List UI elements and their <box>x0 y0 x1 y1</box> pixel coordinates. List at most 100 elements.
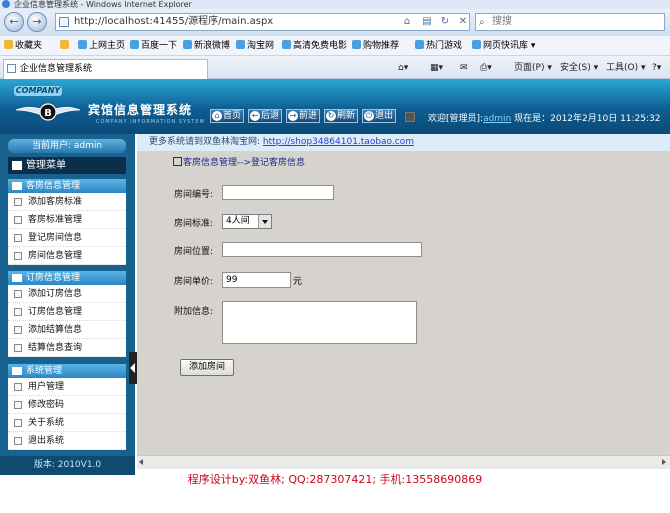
section-icon <box>12 182 22 190</box>
position-label: 房间位置: <box>174 247 214 257</box>
favlink-icon <box>236 40 245 49</box>
app-header: COMPANY B 宾馆信息管理系统 COMPANY INFORMATION S… <box>0 79 670 134</box>
welcome-text: 欢迎[管理员]:admin 现在是：2012年2月10日 11:25:32 <box>428 114 661 124</box>
scroll-left-icon[interactable] <box>139 459 143 465</box>
ie-logo-icon <box>2 0 10 8</box>
item-icon <box>14 290 22 298</box>
section-system: 系统管理 用户管理 修改密码 关于系统 退出系统 <box>8 364 126 450</box>
item-icon <box>14 419 22 427</box>
menu-item[interactable]: 客房标准管理 <box>8 211 126 229</box>
search-input[interactable]: ⌕ 搜搜 <box>475 13 665 31</box>
item-icon <box>14 252 22 260</box>
menu-item[interactable]: 修改密码 <box>8 396 126 414</box>
horizontal-scrollbar[interactable] <box>137 455 670 469</box>
collapse-sidebar-handle[interactable] <box>129 352 137 384</box>
back-icon[interactable]: ← <box>4 12 24 32</box>
rss-icon[interactable]: ▦▾ <box>430 60 443 76</box>
home-icon[interactable]: ⌂▾ <box>398 60 408 76</box>
item-icon <box>14 344 22 352</box>
scroll-right-icon[interactable] <box>662 459 666 465</box>
welcome-user-link[interactable]: admin <box>483 114 511 124</box>
page-content: COMPANY B 宾馆信息管理系统 COMPANY INFORMATION S… <box>0 79 670 513</box>
section-title[interactable]: 订房信息管理 <box>8 271 126 285</box>
search-icon: ⌕ <box>479 17 485 28</box>
refresh-icon[interactable]: ↻ <box>438 14 452 29</box>
system-title: 宾馆信息管理系统 <box>88 103 193 117</box>
room-no-input[interactable] <box>222 185 334 200</box>
menu-item[interactable]: 添加客房标准 <box>8 193 126 211</box>
shop-link[interactable]: http://shop34864101.taobao.com <box>263 137 414 147</box>
menu-item[interactable]: 房间信息管理 <box>8 247 126 265</box>
browser-tab[interactable]: 企业信息管理系统 <box>3 59 208 79</box>
print-icon[interactable]: ⎙▾ <box>480 60 492 76</box>
menu-header: 管理菜单 <box>8 157 126 174</box>
item-icon <box>14 216 22 224</box>
item-icon <box>14 308 22 316</box>
footer-credits: 程序设计by:双鱼林; QQ:287307421; 手机:13558690869 <box>187 473 483 486</box>
fav-link-8[interactable]: 网页快讯库 ▾ <box>472 36 535 56</box>
standard-select[interactable]: 4人间 <box>222 214 272 229</box>
window-title: 企业信息管理系统 - Windows Internet Explorer <box>14 0 192 9</box>
section-booking: 订房信息管理 添加订房信息 订房信息管理 添加结算信息 结算信息查询 <box>8 271 126 357</box>
address-toolbar: ← → http://localhost:41455/源程序/main.aspx… <box>0 9 670 36</box>
menu-item[interactable]: 添加订房信息 <box>8 285 126 303</box>
fav-link-6[interactable]: 购物推荐 <box>352 36 399 56</box>
logout-button[interactable]: ⏻ 退出 <box>362 109 397 123</box>
compat-view-icon[interactable]: ⌂ <box>400 14 414 29</box>
add-favorite-icon[interactable] <box>60 36 71 56</box>
item-icon <box>14 383 22 391</box>
fav-link-5[interactable]: 高清免费电影 <box>282 36 347 56</box>
help-icon[interactable]: ?▾ <box>652 60 661 76</box>
menu-item[interactable]: 用户管理 <box>8 378 126 396</box>
item-icon <box>14 326 22 334</box>
forward-button[interactable]: → 前进 <box>286 109 321 123</box>
fav-link-7[interactable]: 热门游戏 <box>415 36 462 56</box>
logo-icon: B <box>15 103 81 121</box>
tools-menu[interactable]: 工具(O) ▾ <box>606 60 646 76</box>
menu-item[interactable]: 订房信息管理 <box>8 303 126 321</box>
favlink-icon <box>78 40 87 49</box>
menu-item[interactable]: 添加结算信息 <box>8 321 126 339</box>
item-icon <box>14 198 22 206</box>
svg-text:B: B <box>44 108 52 119</box>
page-menu[interactable]: 页面(P) ▾ <box>514 60 552 76</box>
position-input[interactable] <box>222 242 422 257</box>
fav-link-4[interactable]: 淘宝网 <box>236 36 274 56</box>
extra-textarea[interactable] <box>222 301 417 344</box>
section-title[interactable]: 客房信息管理 <box>8 179 126 193</box>
fav-link-3[interactable]: 新浪微博 <box>183 36 230 56</box>
price-input[interactable]: 99 <box>222 272 291 288</box>
edit-icon <box>173 157 182 166</box>
forward-icon[interactable]: → <box>27 12 47 32</box>
section-icon <box>12 274 22 282</box>
address-text: http://localhost:41455/源程序/main.aspx <box>74 16 274 27</box>
menu-item[interactable]: 登记房间信息 <box>8 229 126 247</box>
home-button[interactable]: ⌂ 首页 <box>210 109 245 123</box>
power-icon: ⏻ <box>364 111 374 121</box>
section-icon <box>12 367 22 375</box>
tab-and-command-bar: 企业信息管理系统 ⌂▾ ▦▾ ✉ ⎙▾ 页面(P) ▾ 安全(S) ▾ 工具(O… <box>0 56 670 79</box>
safety-menu[interactable]: 安全(S) ▾ <box>560 60 598 76</box>
back-button[interactable]: ← 后退 <box>248 109 283 123</box>
menu-item[interactable]: 关于系统 <box>8 414 126 432</box>
rss-page-icon[interactable]: ▤ <box>420 14 434 29</box>
menu-item[interactable]: 退出系统 <box>8 432 126 450</box>
refresh-button[interactable]: ↻ 刷新 <box>324 109 359 123</box>
item-icon <box>14 437 22 445</box>
fav-link-2[interactable]: 百度一下 <box>130 36 177 56</box>
window-titlebar: 企业信息管理系统 - Windows Internet Explorer <box>0 0 670 9</box>
favorites-button[interactable]: 收藏夹 <box>4 36 42 56</box>
info-strip: 更多系统请到双鱼林淘宝网: http://shop34864101.taobao… <box>137 134 670 151</box>
favorites-bar: 收藏夹 上网主页 百度一下 新浪微博 淘宝网 高清免费电影 购物推荐 热门游戏 … <box>0 36 670 56</box>
page-icon <box>59 17 69 27</box>
section-title[interactable]: 系统管理 <box>8 364 126 378</box>
mail-icon[interactable]: ✉ <box>460 60 468 76</box>
stop-icon[interactable]: ✕ <box>456 14 470 29</box>
main-form-area: 客房信息管理-->登记客房信息 房间编号: 房间标准: 4人间 房间位置: 房间… <box>137 151 670 455</box>
fav-link-1[interactable]: 上网主页 <box>78 36 125 56</box>
forward-arrow-icon: → <box>288 111 298 121</box>
menu-item[interactable]: 结算信息查询 <box>8 339 126 357</box>
add-room-button[interactable]: 添加房间 <box>180 359 234 376</box>
star-icon <box>4 40 13 49</box>
breadcrumb: 客房信息管理-->登记客房信息 <box>173 155 305 168</box>
